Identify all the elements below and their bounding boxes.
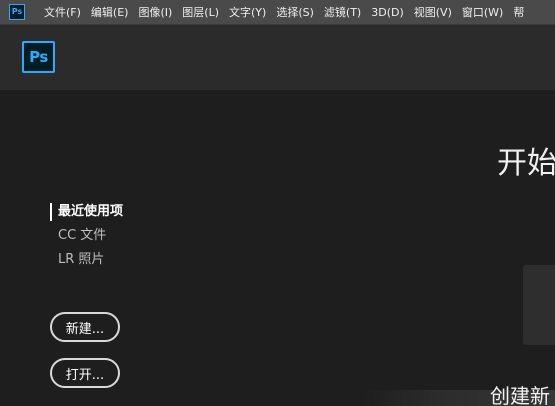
nav-item-cc-files[interactable]: CC 文件 [50,224,123,248]
new-button[interactable]: 新建... [50,312,120,342]
home-sidebar-nav: 最近使用项 CC 文件 LR 照片 [50,200,123,272]
menu-select[interactable]: 选择(S) [271,0,319,25]
home-header: Ps [0,25,555,90]
menu-file[interactable]: 文件(F) [33,0,86,25]
nav-item-lr-photos[interactable]: LR 照片 [50,248,123,272]
menu-image[interactable]: 图像(I) [133,0,177,25]
menu-bar: Ps 文件(F) 编辑(E) 图像(I) 图层(L) 文字(Y) 选择(S) 滤… [0,0,555,25]
menu-layer[interactable]: 图层(L) [177,0,224,25]
photoshop-app-icon[interactable]: Ps [9,4,25,20]
home-screen: 开始 最近使用项 CC 文件 LR 照片 新建... 打开... 创建新 [0,90,555,406]
menu-type[interactable]: 文字(Y) [224,0,271,25]
start-heading: 开始 [497,146,555,181]
recent-file-card[interactable] [523,265,555,345]
menu-edit[interactable]: 编辑(E) [86,0,134,25]
create-new-heading: 创建新 [490,384,550,406]
menu-3d[interactable]: 3D(D) [366,0,409,25]
menu-filter[interactable]: 滤镜(T) [319,0,366,25]
nav-item-recent[interactable]: 最近使用项 [50,200,123,224]
photoshop-logo-icon: Ps [22,41,55,73]
menu-view[interactable]: 视图(V) [409,0,457,25]
menu-window[interactable]: 窗口(W) [457,0,508,25]
open-button[interactable]: 打开... [50,358,120,388]
menu-help[interactable]: 帮 [508,0,529,25]
